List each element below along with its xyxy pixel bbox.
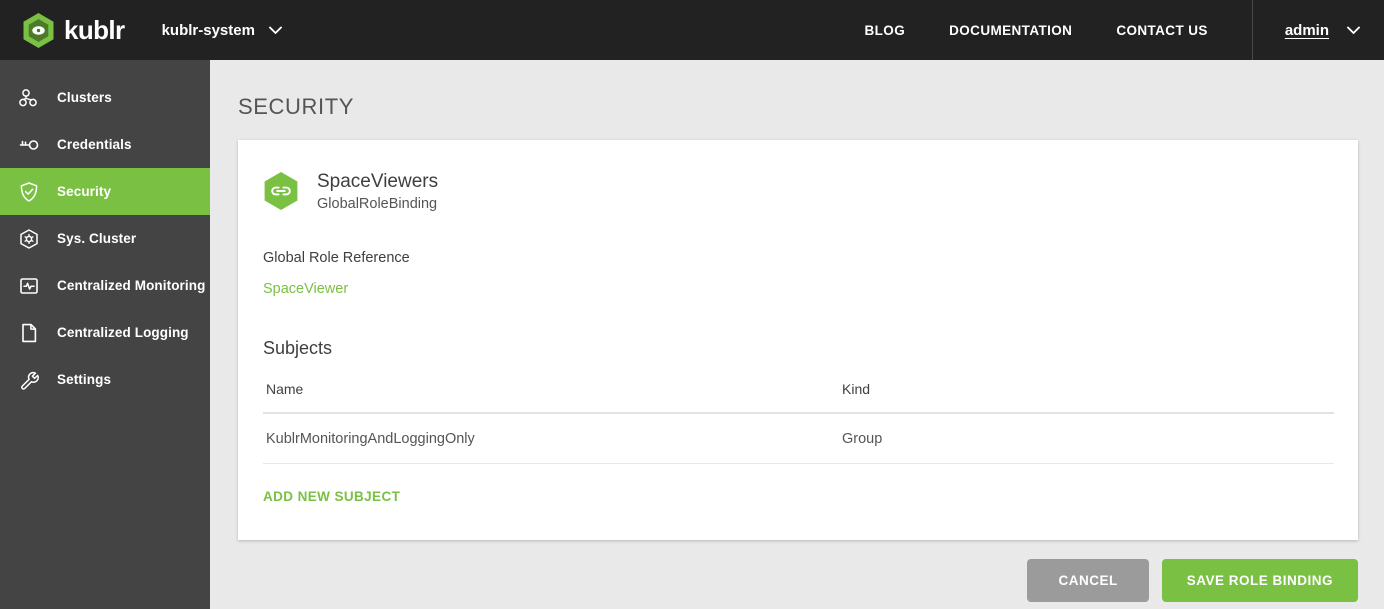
nav-link-contact-us[interactable]: CONTACT US: [1116, 23, 1208, 38]
form-actions: CANCEL SAVE ROLE BINDING: [1027, 559, 1358, 602]
sidebar-item-label: Sys. Cluster: [57, 231, 137, 246]
subjects-table: Name Kind KublrMonitoringAndLoggingOnly …: [263, 380, 1334, 464]
shield-check-icon: [18, 181, 40, 203]
role-reference-label: Global Role Reference: [263, 249, 410, 266]
nav-link-blog[interactable]: BLOG: [865, 23, 906, 38]
hexagon-gear-icon: [18, 228, 40, 250]
card-header-text: SpaceViewers GlobalRoleBinding: [317, 170, 438, 212]
save-role-binding-button[interactable]: SAVE ROLE BINDING: [1161, 559, 1358, 602]
top-navigation: BLOG DOCUMENTATION CONTACT US admin: [843, 0, 1384, 60]
sidebar-item-label: Security: [57, 184, 112, 199]
sidebar-item-label: Settings: [57, 372, 112, 387]
column-header-kind: Kind: [839, 380, 1334, 414]
sidebar-item-clusters[interactable]: Clusters: [0, 74, 210, 121]
application-window: kublr kublr-system BLOG DOCUMENTATION CO…: [0, 0, 1384, 609]
user-menu[interactable]: admin: [1253, 0, 1384, 60]
sidebar-navigation: Clusters Credentials Security Sys. Clust…: [0, 60, 210, 609]
role-binding-card: SpaceViewers GlobalRoleBinding Global Ro…: [238, 140, 1358, 540]
main-content: SECURITY SpaceViewers GlobalRoleBinding: [210, 60, 1384, 609]
sidebar-item-label: Centralized Logging: [57, 325, 189, 340]
nav-link-documentation[interactable]: DOCUMENTATION: [949, 23, 1072, 38]
page-title: SECURITY: [238, 94, 355, 119]
sidebar-item-credentials[interactable]: Credentials: [0, 121, 210, 168]
card-header: SpaceViewers GlobalRoleBinding: [238, 140, 1358, 212]
cancel-button[interactable]: CANCEL: [1027, 559, 1149, 602]
monitor-pulse-icon: [18, 275, 40, 297]
sidebar-item-centralized-logging[interactable]: Centralized Logging: [0, 309, 210, 356]
wrench-icon: [18, 369, 40, 391]
space-selector-value: kublr-system: [161, 21, 255, 39]
role-reference-link[interactable]: SpaceViewer: [263, 281, 348, 297]
kublr-hexagon-logo: [23, 12, 54, 48]
column-header-name: Name: [263, 380, 839, 414]
subjects-heading: Subjects: [263, 337, 333, 358]
user-name: admin: [1284, 21, 1329, 39]
brand-name: kublr: [64, 15, 125, 45]
sidebar-item-settings[interactable]: Settings: [0, 356, 210, 403]
sidebar-item-centralized-monitoring[interactable]: Centralized Monitoring: [0, 262, 210, 309]
subjects-table-body: KublrMonitoringAndLoggingOnly Group: [263, 412, 1334, 464]
key-icon: [18, 134, 40, 156]
card-title: SpaceViewers: [317, 171, 439, 192]
table-header-row: Name Kind: [263, 380, 1334, 414]
clusters-icon: [18, 87, 40, 109]
sidebar-item-security[interactable]: Security: [0, 168, 210, 215]
top-header-bar: kublr kublr-system BLOG DOCUMENTATION CO…: [0, 0, 1384, 60]
space-selector[interactable]: kublr-system: [162, 22, 282, 39]
link-hexagon-icon: [264, 171, 298, 210]
table-row[interactable]: KublrMonitoringAndLoggingOnly Group: [263, 412, 1334, 464]
chevron-down-icon: [269, 26, 282, 34]
sidebar-item-label: Credentials: [57, 137, 132, 152]
card-subtitle: GlobalRoleBinding: [317, 195, 438, 212]
cell-subject-name: KublrMonitoringAndLoggingOnly: [263, 412, 839, 464]
role-reference-section: Global Role Reference SpaceViewer Subjec…: [238, 250, 1358, 359]
sidebar-item-label: Clusters: [57, 90, 112, 105]
chevron-down-icon: [1347, 26, 1360, 34]
cell-subject-kind: Group: [839, 412, 1334, 464]
sidebar-item-sys-cluster[interactable]: Sys. Cluster: [0, 215, 210, 262]
sidebar-item-label: Centralized Monitoring: [57, 278, 206, 293]
subjects-table-head: Name Kind: [263, 380, 1334, 414]
document-icon: [18, 322, 40, 344]
add-new-subject-button[interactable]: ADD NEW SUBJECT: [263, 489, 400, 504]
brand-logo-area[interactable]: kublr: [0, 12, 125, 49]
